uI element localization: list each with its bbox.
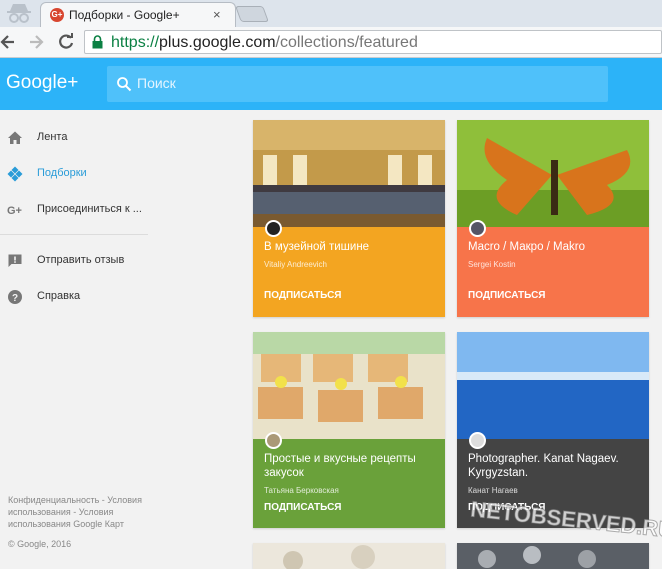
forward-arrow-icon[interactable] [28,33,44,51]
url-protocol: https:// [111,34,160,51]
search-input[interactable] [137,75,597,91]
back-arrow-icon[interactable] [0,33,16,51]
sidebar-item-feedback[interactable]: Отправить отзыв [0,243,160,279]
card-body: В музейной тишине Vitaliy Andreevich ПОД… [253,220,445,317]
home-icon [8,131,22,144]
collection-card[interactable]: В музейной тишине Vitaliy Andreevich ПОД… [253,120,445,317]
collection-card[interactable]: Macro / Макро / Makro Sergei Kostin ПОДП… [457,120,649,317]
footer-links[interactable]: Конфиденциальность - Условия использован… [8,494,158,530]
sidebar-item-help[interactable]: ? Справка [0,279,160,315]
browser-tab[interactable]: G+ Подборки - Google+ × [40,2,236,27]
sidebar-item-stream[interactable]: Лента [0,120,160,156]
subscribe-button[interactable]: ПОДПИСАТЬСЯ [468,290,546,301]
help-icon: ? [8,290,22,304]
url-host: plus.google.com [159,34,276,51]
collection-cover-image [253,332,445,439]
url-text: https://plus.google.com/collections/feat… [111,34,418,52]
author-avatar [265,432,282,449]
app-header: Google+ [0,58,662,110]
lock-icon [92,35,103,49]
sidebar-item-label: Отправить отзыв [37,254,125,266]
browser-tab-bar: G+ Подборки - Google+ × [0,0,662,27]
subscribe-button[interactable]: ПОДПИСАТЬСЯ [264,502,342,513]
card-title: Photographer. Kanat Nagaev. Kyrgyzstan. [468,453,619,479]
collection-cover-image [457,543,649,569]
footer-copyright: © Google, 2016 [8,539,72,549]
card-author: Sergei Kostin [468,260,516,269]
tab-title: Подборки - Google+ [69,8,180,22]
sidebar-item-label: Подборки [37,167,87,179]
collection-cover-image [253,543,445,569]
sidebar: Лента Подборки G+ Присоединиться к ... О… [0,110,160,569]
collection-cover-image [457,120,649,227]
collection-cover-image [253,120,445,227]
url-path: /collections/featured [275,34,418,51]
tab-close-icon[interactable]: × [213,7,221,22]
svg-text:?: ? [12,293,18,304]
sidebar-item-label: Присоединиться к ... [37,203,142,215]
google-plus-logo[interactable]: Google+ [6,72,78,94]
google-plus-favicon-icon: G+ [50,8,64,22]
new-tab-button[interactable] [235,6,269,22]
reload-icon[interactable] [57,33,75,51]
author-avatar [469,432,486,449]
card-title: В музейной тишине [264,241,370,253]
card-author: Канат Нагаев [468,486,518,495]
feedback-icon [8,254,22,267]
collection-card-partial[interactable] [253,543,445,569]
card-title: Простые и вкусные рецепты закусок [264,453,416,479]
card-title: Macro / Макро / Makro [468,241,585,253]
sidebar-item-label: Лента [37,131,68,143]
card-author: Vitaliy Andreevich [264,260,327,269]
card-author: Татьяна Берковская [264,486,339,495]
collection-cover-image [457,332,649,439]
sidebar-item-collections[interactable]: Подборки [0,156,160,192]
sidebar-divider [0,234,148,235]
incognito-icon [7,4,31,23]
collections-icon [7,166,23,182]
collection-card[interactable]: Простые и вкусные рецепты закусок Татьян… [253,332,445,528]
svg-text:G+: G+ [7,205,22,217]
google-plus-icon: G+ [7,205,22,217]
collection-card-partial[interactable] [457,543,649,569]
author-avatar [469,220,486,237]
card-body: Macro / Макро / Makro Sergei Kostin ПОДП… [457,220,649,317]
sidebar-item-label: Справка [37,290,81,302]
search-icon [117,77,132,92]
author-avatar [265,220,282,237]
sidebar-item-join[interactable]: G+ Присоединиться к ... [0,192,160,228]
browser-toolbar: https://plus.google.com/collections/feat… [0,27,662,58]
search-box[interactable] [107,66,608,102]
subscribe-button[interactable]: ПОДПИСАТЬСЯ [264,290,342,301]
card-body: Простые и вкусные рецепты закусок Татьян… [253,432,445,528]
address-bar[interactable]: https://plus.google.com/collections/feat… [84,30,662,54]
